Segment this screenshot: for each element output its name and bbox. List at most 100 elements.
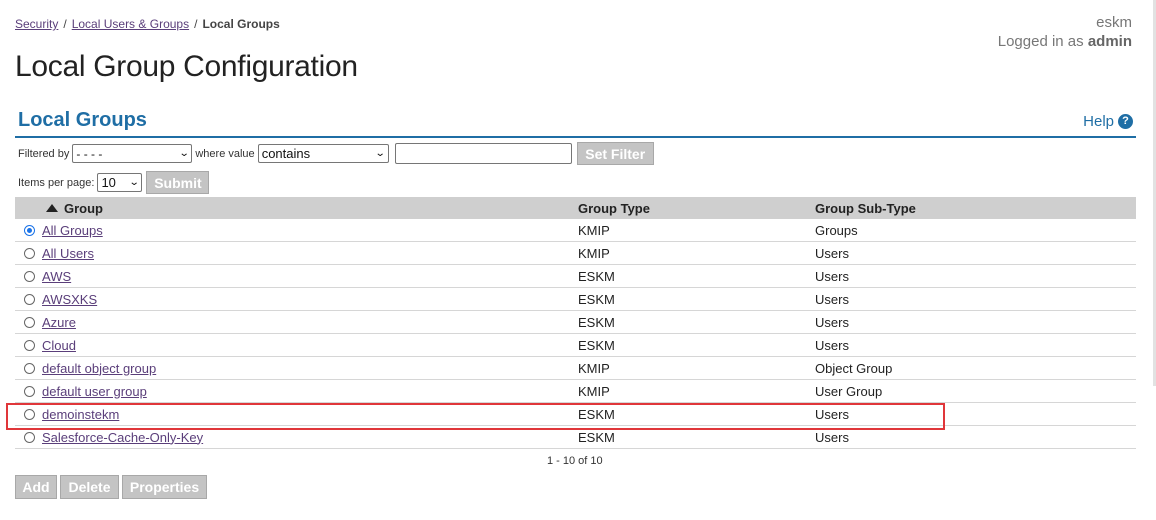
breadcrumb: Security / Local Users & Groups / Local Grou… — [15, 17, 280, 31]
groups-table: Group Group Type Group Sub-Type All Grou… — [15, 197, 1136, 449]
table-row[interactable]: demoinstekm ESKM Users — [15, 402, 1136, 426]
chevron-down-icon: ⌄ — [375, 148, 386, 159]
group-type-cell: KMIP — [578, 219, 815, 242]
help-link[interactable]: Help ? — [1083, 113, 1133, 130]
action-buttons: Add Delete Properties — [15, 475, 207, 499]
chevron-down-icon: ⌄ — [178, 148, 190, 159]
group-cell: default object group — [15, 356, 578, 380]
column-header-group[interactable]: Group — [15, 197, 578, 219]
group-subtype-cell: Users — [815, 287, 1136, 311]
items-per-page-bar: Items per page: 10 ⌄ Submit — [18, 171, 210, 194]
sort-ascending-icon — [46, 204, 58, 213]
set-filter-button[interactable]: Set Filter — [576, 142, 654, 165]
logged-in-username: admin — [1087, 33, 1132, 50]
filtered-by-value: - - - - — [76, 146, 103, 161]
host-name: eskm — [1096, 14, 1132, 31]
breadcrumb-current: Local Groups — [202, 17, 280, 31]
row-select-radio[interactable] — [24, 247, 35, 259]
delete-button[interactable]: Delete — [60, 475, 119, 499]
breadcrumb-security[interactable]: Security — [15, 17, 58, 31]
group-cell: AWSXKS — [15, 287, 578, 311]
table-row[interactable]: Salesforce-Cache-Only-Key ESKM Users — [15, 425, 1136, 449]
group-cell: Salesforce-Cache-Only-Key — [15, 425, 578, 449]
group-type-cell: ESKM — [578, 264, 815, 288]
group-subtype-cell: Users — [815, 425, 1136, 449]
group-cell: AWS — [15, 264, 578, 288]
row-select-radio[interactable] — [24, 408, 35, 420]
table-row[interactable]: default user group KMIP User Group — [15, 379, 1136, 403]
add-button[interactable]: Add — [15, 475, 57, 499]
group-link[interactable]: Cloud — [42, 338, 76, 353]
filter-value-input[interactable] — [394, 143, 572, 164]
group-link[interactable]: default user group — [42, 384, 147, 399]
help-icon[interactable]: ? — [1118, 114, 1133, 129]
breadcrumb-separator: / — [63, 17, 67, 31]
page-title: Local Group Configuration — [15, 50, 358, 83]
column-header-group-subtype[interactable]: Group Sub-Type — [815, 197, 1136, 219]
row-select-radio[interactable] — [24, 224, 35, 236]
pagination-summary: 1 - 10 of 10 — [547, 455, 603, 467]
group-subtype-cell: Object Group — [815, 356, 1136, 380]
group-subtype-cell: Users — [815, 241, 1136, 265]
group-type-cell: KMIP — [578, 241, 815, 265]
submit-button[interactable]: Submit — [146, 171, 210, 194]
column-label-group: Group — [64, 200, 103, 216]
group-link[interactable]: default object group — [42, 361, 156, 376]
group-type-cell: KMIP — [578, 356, 815, 380]
row-select-radio[interactable] — [24, 362, 35, 374]
row-select-radio[interactable] — [24, 339, 35, 351]
group-type-cell: ESKM — [578, 333, 815, 357]
section-title: Local Groups — [18, 109, 147, 131]
properties-button[interactable]: Properties — [122, 475, 207, 499]
user-info: eskm Logged in as admin — [998, 13, 1132, 51]
items-per-page-label: Items per page: — [18, 176, 95, 189]
breadcrumb-local-users-groups[interactable]: Local Users & Groups — [72, 17, 189, 31]
table-row[interactable]: All Groups KMIP Groups — [15, 219, 1136, 242]
group-link[interactable]: AWSXKS — [42, 292, 97, 307]
group-subtype-cell: Users — [815, 333, 1136, 357]
group-link[interactable]: All Groups — [42, 223, 103, 238]
logged-in-line: Logged in as admin — [998, 32, 1132, 51]
table-row[interactable]: Azure ESKM Users — [15, 310, 1136, 334]
group-cell: Cloud — [15, 333, 578, 357]
operator-value: contains — [261, 146, 311, 161]
group-link[interactable]: Azure — [42, 315, 76, 330]
row-select-radio[interactable] — [24, 316, 35, 328]
group-cell: All Users — [15, 241, 578, 265]
table-row[interactable]: AWS ESKM Users — [15, 264, 1136, 288]
row-select-radio[interactable] — [24, 431, 35, 443]
column-label-group-type: Group Type — [578, 200, 650, 216]
filtered-by-select[interactable]: - - - - ⌄ — [72, 144, 193, 163]
group-type-cell: ESKM — [578, 425, 815, 449]
table-row[interactable]: All Users KMIP Users — [15, 241, 1136, 265]
items-per-page-select[interactable]: 10 ⌄ — [97, 173, 143, 192]
group-link[interactable]: Salesforce-Cache-Only-Key — [42, 430, 203, 445]
group-link[interactable]: AWS — [42, 269, 71, 284]
group-type-cell: ESKM — [578, 402, 815, 426]
group-type-cell: ESKM — [578, 310, 815, 334]
chevron-down-icon: ⌄ — [128, 177, 140, 188]
table-row[interactable]: Cloud ESKM Users — [15, 333, 1136, 357]
logged-in-prefix: Logged in as — [997, 33, 1084, 50]
group-type-cell: KMIP — [578, 379, 815, 403]
group-subtype-cell: User Group — [815, 379, 1136, 403]
group-subtype-cell: Users — [815, 264, 1136, 288]
group-link[interactable]: All Users — [42, 246, 94, 261]
row-select-radio[interactable] — [24, 385, 35, 397]
where-value-label: where value — [195, 147, 255, 160]
filtered-by-label: Filtered by — [18, 147, 70, 160]
column-header-group-type[interactable]: Group Type — [578, 197, 815, 219]
operator-select[interactable]: contains ⌄ — [257, 144, 389, 163]
group-cell: Azure — [15, 310, 578, 334]
group-type-cell: ESKM — [578, 287, 815, 311]
row-select-radio[interactable] — [24, 293, 35, 305]
group-link[interactable]: demoinstekm — [42, 407, 119, 422]
help-label[interactable]: Help — [1083, 113, 1114, 130]
group-subtype-cell: Groups — [815, 219, 1136, 242]
table-row[interactable]: AWSXKS ESKM Users — [15, 287, 1136, 311]
group-subtype-cell: Users — [815, 402, 1136, 426]
row-select-radio[interactable] — [24, 270, 35, 282]
group-cell: All Groups — [15, 219, 578, 242]
filter-bar: Filtered by - - - - ⌄ where value contai… — [18, 142, 654, 165]
table-row[interactable]: default object group KMIP Object Group — [15, 356, 1136, 380]
